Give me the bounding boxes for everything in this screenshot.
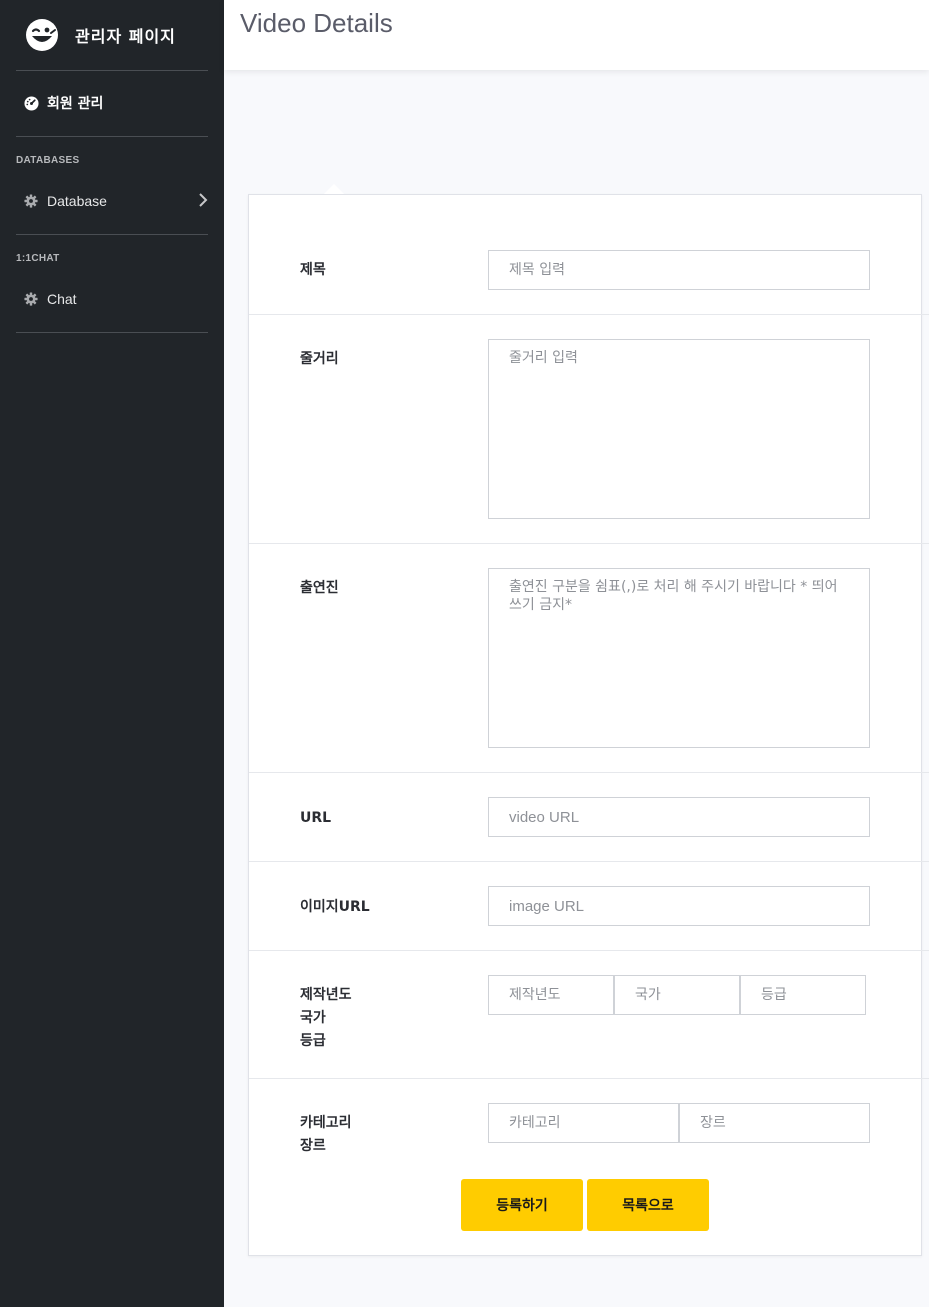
- row-divider: [249, 950, 929, 951]
- sidebar-item-members[interactable]: 회원 관리: [16, 90, 208, 116]
- genre-input[interactable]: [679, 1103, 870, 1143]
- sidebar-item-database[interactable]: Database: [16, 189, 208, 213]
- card-notch: [324, 184, 344, 194]
- category-label-text: 카테고리: [300, 1115, 352, 1131]
- title-input[interactable]: [488, 250, 870, 290]
- wink-face-icon: [26, 19, 58, 51]
- submit-button[interactable]: 등록하기: [461, 1179, 583, 1231]
- sidebar-heading-chat: 1:1CHAT: [16, 253, 60, 264]
- row-divider: [249, 861, 929, 862]
- country-label: 국가: [300, 1010, 326, 1026]
- plot-textarea[interactable]: [488, 339, 870, 519]
- rating-input[interactable]: [740, 975, 866, 1015]
- brand-title: 관리자 페이지: [75, 27, 176, 46]
- video-url-input[interactable]: [488, 797, 870, 837]
- sidebar-item-chat[interactable]: Chat: [16, 287, 208, 311]
- chevron-right-icon: [199, 193, 208, 207]
- country-input[interactable]: [614, 975, 740, 1015]
- image-url-label: 이미지URL: [300, 899, 370, 915]
- row-divider: [249, 772, 929, 773]
- sidebar-item-label: 회원 관리: [47, 96, 104, 112]
- sidebar-item-label: Database: [47, 193, 107, 209]
- sidebar-brand[interactable]: 관리자 페이지: [16, 0, 208, 71]
- cast-label: 출연진: [300, 580, 339, 596]
- sidebar-divider: [16, 332, 208, 333]
- page-title: Video Details: [240, 8, 393, 38]
- sidebar-item-label: Chat: [47, 291, 77, 307]
- sidebar-divider: [16, 136, 208, 137]
- row-divider: [249, 1078, 929, 1079]
- title-label: 제목: [300, 262, 326, 278]
- meta-label: 제작년도 국가 등급: [300, 984, 352, 1053]
- sidebar-divider: [16, 234, 208, 235]
- gear-icon: [23, 193, 39, 209]
- gear-icon: [23, 291, 39, 307]
- year-label: 제작년도: [300, 987, 352, 1003]
- category-label: 카테고리 장르: [300, 1112, 352, 1158]
- topbar: Video Details: [224, 0, 929, 70]
- back-to-list-button[interactable]: 목록으로: [587, 1179, 709, 1231]
- tachometer-icon: [23, 95, 39, 111]
- sidebar: 관리자 페이지 회원 관리 DATABASES Database 1:1CHAT…: [0, 0, 224, 1307]
- plot-label: 줄거리: [300, 351, 339, 367]
- sidebar-heading-databases: DATABASES: [16, 155, 80, 166]
- genre-label-text: 장르: [300, 1138, 326, 1154]
- cast-textarea[interactable]: [488, 568, 870, 748]
- row-divider: [249, 314, 929, 315]
- category-input[interactable]: [488, 1103, 679, 1143]
- url-label: URL: [300, 810, 332, 826]
- image-url-input[interactable]: [488, 886, 870, 926]
- row-divider: [249, 543, 929, 544]
- year-input[interactable]: [488, 975, 614, 1015]
- rating-label: 등급: [300, 1033, 326, 1049]
